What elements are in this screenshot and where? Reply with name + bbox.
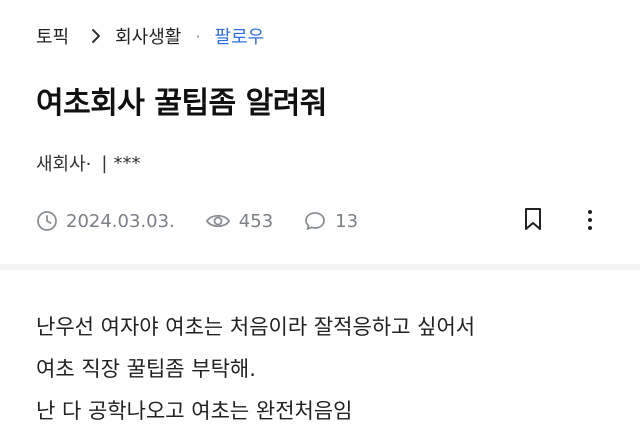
breadcrumb: 토픽 회사생활 · 팔로우 [36,22,264,50]
author-name: *** [113,152,141,174]
breadcrumb-category[interactable]: 회사생활 [115,23,181,49]
more-vertical-icon[interactable] [578,208,602,236]
post-comments[interactable]: 13 [303,210,358,232]
eye-icon [205,214,230,228]
author-divider: | [101,152,108,174]
post-body-line: 난우선 여자야 여초는 처음이라 잘적응하고 싶어서 [36,315,476,339]
post-body-line: 여초 직장 꿀팁좀 부탁해. [36,357,256,381]
breadcrumb-separator: · [195,26,201,46]
post-title: 여초회사 꿀팁좀 알려줘 [36,86,327,121]
post-body: 난우선 여자야 여초는 처음이라 잘적응하고 싶어서 여초 직장 꿀팁좀 부탁해… [36,306,475,432]
bookmark-icon[interactable] [522,206,544,236]
author-company: 새회사· [36,154,92,175]
post-date: 2024.03.03. [36,210,175,232]
breadcrumb-topic[interactable]: 토픽 [36,23,69,49]
date-text: 2024.03.03. [66,210,175,232]
views-count: 453 [238,210,274,232]
chevron-right-icon [91,28,101,44]
author-info: 새회사· | *** [36,150,140,176]
section-divider [0,264,640,270]
post-body-line: 난 다 공학나오고 여초는 완전처음임 [36,399,353,423]
post-views: 453 [205,210,273,232]
follow-button[interactable]: 팔로우 [214,23,264,49]
comments-count: 13 [335,210,359,232]
clock-icon [37,211,57,231]
comment-icon [305,212,326,230]
post-meta: 2024.03.03. 453 13 [36,210,388,232]
